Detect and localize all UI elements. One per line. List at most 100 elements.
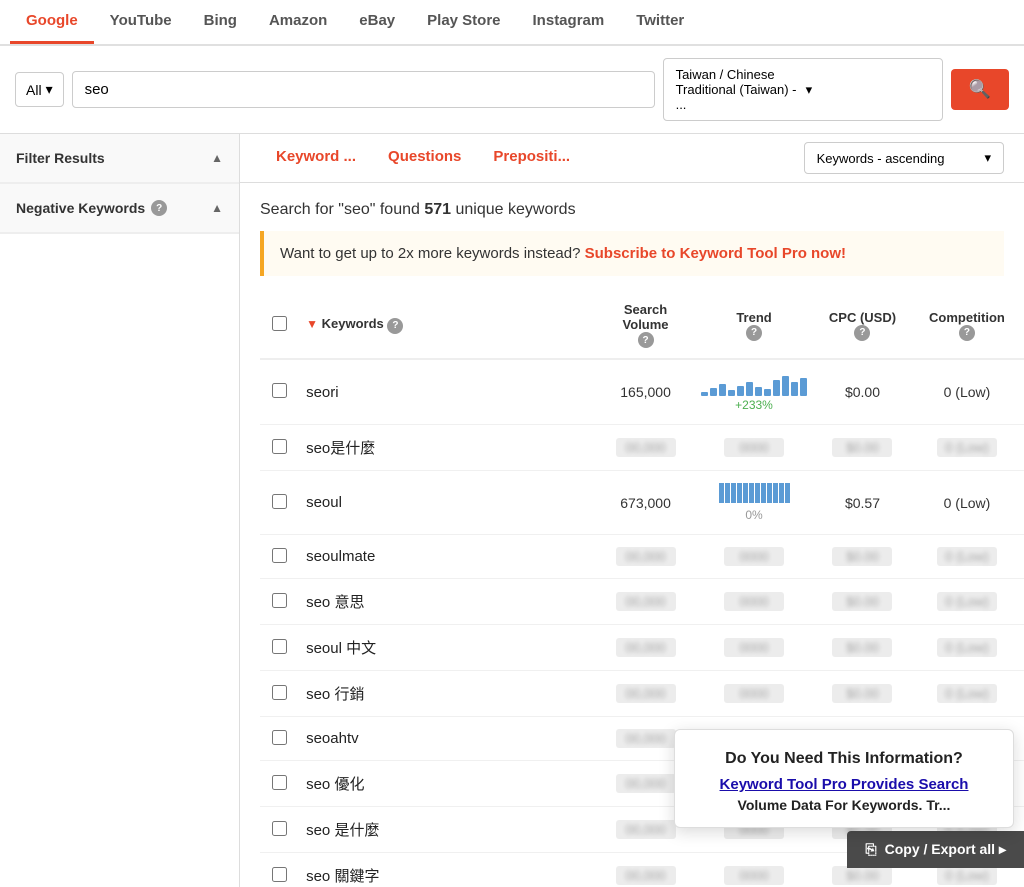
blurred-cpc: $0.00	[832, 547, 892, 566]
negative-keywords-title: Negative Keywords ?	[16, 200, 167, 216]
popup-sub: Volume Data For Keywords. Tr...	[693, 797, 995, 813]
nav-item-amazon[interactable]: Amazon	[253, 0, 343, 44]
tab-prepositions[interactable]: Prepositi...	[477, 134, 586, 182]
volume-cell: 00,000	[598, 853, 693, 887]
volume-cell: 165,000	[598, 359, 693, 425]
trend-bar	[755, 387, 762, 396]
blurred-volume: 00,000	[616, 866, 676, 885]
trend-bar	[701, 392, 708, 396]
nav-item-bing[interactable]: Bing	[188, 0, 253, 44]
trend-bars	[701, 372, 807, 396]
tab-keywords[interactable]: Keyword ...	[260, 134, 372, 182]
trend-cell: 0000	[693, 535, 815, 579]
row-checkbox-cell	[260, 471, 298, 535]
blurred-cpc: $0.00	[832, 638, 892, 657]
row-checkbox-cell	[260, 853, 298, 887]
search-input[interactable]	[72, 71, 655, 108]
trend-cell: 0000	[693, 671, 815, 717]
th-cpc: CPC (USD) ?	[815, 292, 910, 359]
nav-item-twitter[interactable]: Twitter	[620, 0, 700, 44]
row-checkbox[interactable]	[272, 730, 287, 745]
promo-text: Want to get up to 2x more keywords inste…	[280, 245, 580, 262]
popup-link[interactable]: Keyword Tool Pro Provides Search	[693, 776, 995, 793]
query-text: seo	[344, 201, 370, 218]
search-type-select[interactable]: All ▾	[15, 72, 64, 107]
blurred-competition: 0 (Low)	[937, 592, 997, 611]
blurred-trend: 0000	[724, 866, 784, 885]
keywords-help-icon[interactable]: ?	[387, 318, 403, 334]
blurred-volume: 00,000	[616, 438, 676, 457]
row-checkbox[interactable]	[272, 867, 287, 882]
table-row: seo是什麼00,0000000$0.000 (Low)	[260, 425, 1024, 471]
table-header: ▼ Keywords ? Search Volume ? Trend ? CPC…	[260, 292, 1024, 359]
trend-bar	[743, 483, 748, 503]
location-label: Taiwan / Chinese Traditional (Taiwan) - …	[676, 67, 800, 112]
row-checkbox-cell	[260, 579, 298, 625]
trend-bar	[731, 483, 736, 503]
nav-item-instagram[interactable]: Instagram	[517, 0, 621, 44]
help-icon[interactable]: ?	[151, 200, 167, 216]
trend-bar	[728, 390, 735, 396]
trend-bar	[725, 483, 730, 503]
keyword-cell: seori	[298, 359, 598, 425]
negative-keywords-header[interactable]: Negative Keywords ? ▲	[0, 184, 239, 233]
row-checkbox[interactable]	[272, 439, 287, 454]
row-checkbox[interactable]	[272, 383, 287, 398]
search-type-label: All	[26, 82, 42, 98]
nav-item-youtube[interactable]: YouTube	[94, 0, 188, 44]
trend-cell: 0000	[693, 625, 815, 671]
trend-cell: +233%	[693, 359, 815, 425]
row-checkbox[interactable]	[272, 593, 287, 608]
trend-bar	[755, 483, 760, 503]
trend-bar	[746, 382, 753, 396]
keyword-text: seo 優化	[306, 776, 364, 793]
row-checkbox[interactable]	[272, 548, 287, 563]
blurred-trend: 0000	[724, 547, 784, 566]
row-checkbox-cell	[260, 359, 298, 425]
row-checkbox[interactable]	[272, 639, 287, 654]
volume-help-icon[interactable]: ?	[638, 332, 654, 348]
promo-banner: Want to get up to 2x more keywords inste…	[260, 231, 1004, 276]
sort-select[interactable]: Keywords - ascending ▾	[804, 142, 1004, 174]
results-count: 571	[424, 201, 451, 218]
nav-item-playstore[interactable]: Play Store	[411, 0, 516, 44]
row-checkbox[interactable]	[272, 821, 287, 836]
cpc-cell: $0.00	[815, 535, 910, 579]
chevron-down-icon: ▾	[984, 150, 991, 166]
trend-bar	[719, 384, 726, 396]
nav-item-google[interactable]: Google	[10, 0, 94, 44]
blurred-volume: 00,000	[616, 638, 676, 657]
select-all-checkbox[interactable]	[272, 316, 287, 331]
trend-bar	[773, 483, 778, 503]
nav-item-ebay[interactable]: eBay	[343, 0, 411, 44]
cpc-help-icon[interactable]: ?	[854, 325, 870, 341]
row-checkbox[interactable]	[272, 685, 287, 700]
filter-results-header[interactable]: Filter Results ▲	[0, 134, 239, 183]
blurred-volume: 00,000	[616, 820, 676, 839]
trend-bar	[764, 389, 771, 396]
trend-cell: 0%	[693, 471, 815, 535]
trend-help-icon[interactable]: ?	[746, 325, 762, 341]
trend-bars	[719, 483, 790, 503]
trend-cell: 0000	[693, 853, 815, 887]
top-navigation: Google YouTube Bing Amazon eBay Play Sto…	[0, 0, 1024, 46]
cpc-cell: $0.00	[815, 671, 910, 717]
row-checkbox[interactable]	[272, 775, 287, 790]
search-button[interactable]: 🔍	[951, 69, 1009, 110]
trend-bar	[749, 483, 754, 503]
volume-cell: 00,000	[598, 425, 693, 471]
location-select[interactable]: Taiwan / Chinese Traditional (Taiwan) - …	[663, 58, 943, 121]
tab-questions[interactable]: Questions	[372, 134, 477, 182]
copy-export-button[interactable]: ⎘ Copy / Export all ▸	[847, 831, 1024, 868]
row-checkbox-cell	[260, 671, 298, 717]
competition-help-icon[interactable]: ?	[959, 325, 975, 341]
filter-results-section: Filter Results ▲	[0, 134, 239, 184]
trend-bar	[767, 483, 772, 503]
tabs-row: Keyword ... Questions Prepositi... Keywo…	[240, 134, 1024, 183]
competition-cell: 0 (Low)	[910, 535, 1024, 579]
trend-bar	[737, 386, 744, 396]
promo-link[interactable]: Subscribe to Keyword Tool Pro now!	[585, 245, 846, 262]
row-checkbox[interactable]	[272, 494, 287, 509]
competition-value: 0 (Low)	[944, 495, 991, 511]
keyword-cell: seoul 中文	[298, 625, 598, 671]
